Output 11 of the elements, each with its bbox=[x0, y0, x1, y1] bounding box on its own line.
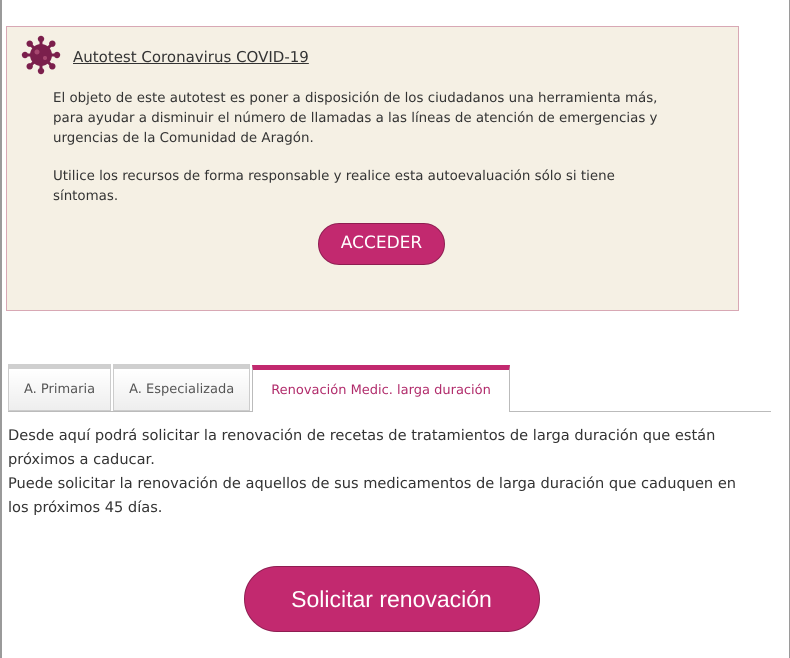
notice-title-link[interactable]: Autotest Coronavirus COVID-19 bbox=[73, 42, 309, 68]
info-text: Puede solicitar la renovación de aquellos de sus medicamentos de larga duración que caduquen en los próximos 45 días. bbox=[8, 474, 738, 518]
tab[interactable]: A. Primaria bbox=[8, 364, 112, 411]
tab[interactable]: A. Especializada bbox=[113, 364, 250, 411]
access-button[interactable]: ACCEDER bbox=[318, 223, 446, 265]
notice-text: Utilice los recursos de forma responsable y realice esta autoevaluación sólo si tiene síntomas. bbox=[53, 168, 616, 206]
request-renewal-button[interactable]: Solicitar renovación bbox=[244, 566, 540, 632]
tab[interactable]: Renovación Medic. larga duración bbox=[252, 365, 510, 412]
virus-icon bbox=[21, 35, 61, 75]
info-text: Desde aquí podrá solicitar la renovación de recetas de tratamientos de larga duración que están próximos a caducar. bbox=[8, 426, 716, 470]
notice-text: El objeto de este autotest es poner a disposición de los ciudadanos una herramienta más, para ayudar a disminuir el número de llamadas a las líneas de atención de emergencias y urgencias de la Comunidad de Aragón. bbox=[53, 90, 658, 148]
